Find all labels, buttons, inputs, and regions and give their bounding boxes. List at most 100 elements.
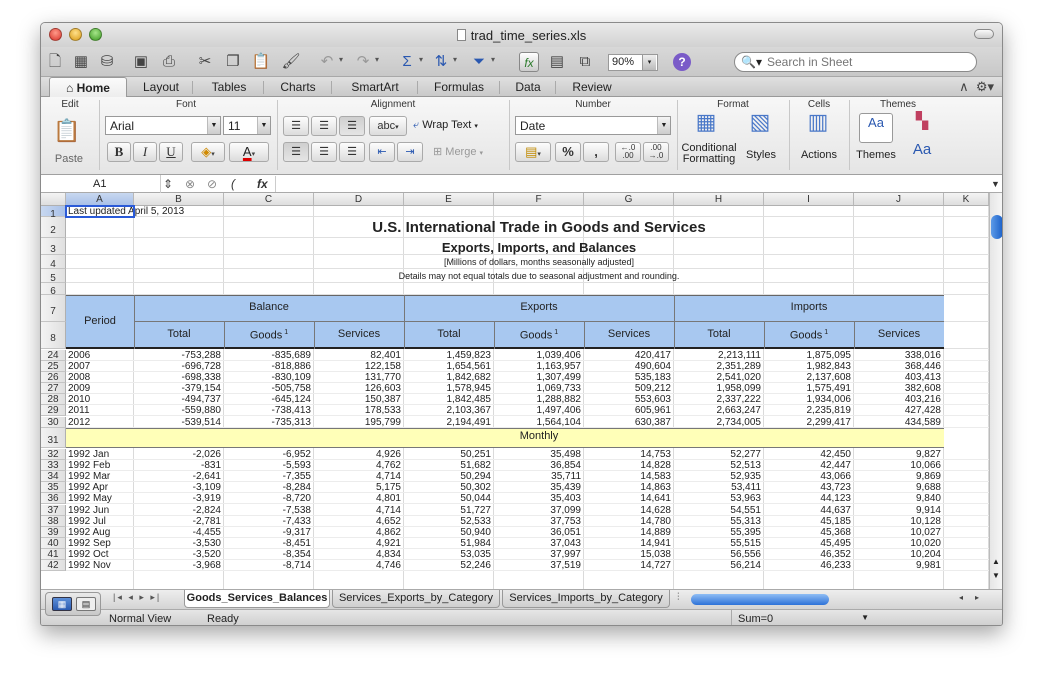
value-cell[interactable]: 45,368: [764, 527, 851, 538]
value-cell[interactable]: -698,338: [134, 372, 221, 383]
font-size-combo[interactable]: 11 ▼: [223, 116, 271, 135]
value-cell[interactable]: 9,827: [854, 449, 941, 460]
row-header[interactable]: 27: [41, 383, 66, 394]
actions-button[interactable]: Actions: [797, 149, 841, 161]
formula-input[interactable]: [275, 176, 987, 192]
wrap-text-button[interactable]: ⤶ Wrap Text ▾: [413, 119, 501, 132]
value-cell[interactable]: 1,069,733: [494, 383, 582, 394]
value-cell[interactable]: 43,723: [764, 482, 851, 493]
enter-icon[interactable]: ⊘: [207, 176, 217, 192]
toolbar-toggle-button[interactable]: [974, 29, 994, 39]
value-cell[interactable]: -494,737: [134, 394, 221, 405]
formula-builder-icon[interactable]: fx: [519, 52, 539, 72]
period-cell[interactable]: 2010: [68, 394, 90, 405]
column-header[interactable]: K: [944, 193, 989, 206]
value-cell[interactable]: 9,981: [854, 560, 941, 571]
value-cell[interactable]: 52,513: [674, 460, 761, 471]
search-input[interactable]: [767, 55, 967, 69]
sheet-tab-services-imports[interactable]: Services_Imports_by_Category: [502, 590, 670, 608]
value-cell[interactable]: 1,934,006: [764, 394, 852, 405]
align-center-button[interactable]: ☰: [311, 142, 337, 162]
value-cell[interactable]: -735,313: [224, 417, 311, 428]
value-cell[interactable]: 4,714: [314, 471, 401, 482]
value-cell[interactable]: 195,799: [314, 417, 401, 428]
styles-icon[interactable]: ▧: [743, 111, 777, 143]
value-cell[interactable]: 35,498: [494, 449, 581, 460]
row-header[interactable]: 37: [41, 505, 66, 516]
row-header[interactable]: 32: [41, 449, 66, 460]
value-cell[interactable]: 605,961: [584, 405, 671, 416]
value-cell[interactable]: 5,175: [314, 482, 401, 493]
sheet-tab-services-exports[interactable]: Services_Exports_by_Category: [332, 590, 500, 608]
conditional-formatting-button[interactable]: Conditional Formatting: [677, 143, 741, 165]
period-cell[interactable]: 1992 Jul: [68, 516, 106, 527]
period-cell[interactable]: 1992 Jan: [68, 449, 109, 460]
period-cell[interactable]: 1992 Aug: [68, 527, 110, 538]
value-cell[interactable]: 2,103,367: [404, 405, 492, 416]
value-cell[interactable]: 9,688: [854, 482, 941, 493]
value-cell[interactable]: 51,727: [404, 505, 491, 516]
value-cell[interactable]: 2,235,819: [764, 405, 852, 416]
tab-formulas[interactable]: Formulas: [423, 77, 495, 97]
column-header[interactable]: G: [584, 193, 674, 206]
row-header[interactable]: 35: [41, 482, 66, 493]
underline-button[interactable]: U: [159, 142, 183, 162]
value-cell[interactable]: 43,066: [764, 471, 851, 482]
value-cell[interactable]: 2,213,111: [674, 350, 761, 361]
scroll-up-icon[interactable]: ▲: [992, 557, 1000, 566]
value-cell[interactable]: 52,533: [404, 516, 491, 527]
value-cell[interactable]: 14,753: [584, 449, 671, 460]
tab-charts[interactable]: Charts: [269, 77, 327, 97]
value-cell[interactable]: 52,246: [404, 560, 491, 571]
value-cell[interactable]: -9,317: [224, 527, 311, 538]
value-cell[interactable]: 2,663,247: [674, 405, 762, 416]
help-icon[interactable]: ?: [673, 53, 691, 71]
value-cell[interactable]: -2,026: [134, 449, 221, 460]
scroll-down-icon[interactable]: ▼: [992, 571, 1000, 580]
period-cell[interactable]: 1992 Oct: [68, 549, 109, 560]
theme-fonts-icon[interactable]: Aa: [907, 141, 937, 163]
value-cell[interactable]: -7,538: [224, 505, 311, 516]
period-cell[interactable]: 2007: [68, 361, 90, 372]
italic-button[interactable]: I: [133, 142, 157, 162]
value-cell[interactable]: 2,299,417: [764, 417, 852, 428]
styles-button[interactable]: Styles: [741, 149, 781, 161]
search-box[interactable]: 🔍▾: [734, 52, 977, 72]
value-cell[interactable]: 14,863: [584, 482, 671, 493]
increase-decimal-button[interactable]: ←.0.00: [615, 142, 641, 162]
row-header[interactable]: 30: [41, 417, 66, 428]
formula-bar-expand-icon[interactable]: ▼: [991, 176, 1000, 192]
value-cell[interactable]: 1,578,945: [404, 383, 492, 394]
value-cell[interactable]: 553,603: [584, 394, 671, 405]
undo-icon[interactable]: ↶: [317, 52, 337, 72]
value-cell[interactable]: 1,288,882: [494, 394, 582, 405]
row-header[interactable]: 38: [41, 516, 66, 527]
period-cell[interactable]: 1992 May: [68, 493, 112, 504]
value-cell[interactable]: 14,828: [584, 460, 671, 471]
column-header[interactable]: I: [764, 193, 854, 206]
value-cell[interactable]: -738,413: [224, 405, 311, 416]
value-cell[interactable]: -835,689: [224, 350, 311, 361]
row-header[interactable]: 28: [41, 394, 66, 405]
value-cell[interactable]: 37,519: [494, 560, 581, 571]
row-header[interactable]: 40: [41, 538, 66, 549]
value-cell[interactable]: 1,459,823: [404, 350, 492, 361]
value-cell[interactable]: 1,039,406: [494, 350, 582, 361]
value-cell[interactable]: 403,216: [854, 394, 941, 405]
print-icon[interactable]: ⎙: [159, 52, 179, 72]
chevron-down-icon[interactable]: ▼: [657, 117, 670, 134]
value-cell[interactable]: 1,842,485: [404, 394, 492, 405]
bold-button[interactable]: B: [107, 142, 131, 162]
value-cell[interactable]: 2,734,005: [674, 417, 762, 428]
period-cell[interactable]: 1992 Nov: [68, 560, 111, 571]
select-all-corner[interactable]: [41, 193, 66, 206]
value-cell[interactable]: 14,889: [584, 527, 671, 538]
paste-icon[interactable]: 📋: [251, 52, 271, 72]
value-cell[interactable]: 14,780: [584, 516, 671, 527]
paste-icon[interactable]: 📋: [53, 115, 80, 149]
redo-menu-arrow[interactable]: ▾: [375, 55, 379, 64]
value-cell[interactable]: 2,194,491: [404, 417, 492, 428]
value-cell[interactable]: -8,354: [224, 549, 311, 560]
value-cell[interactable]: 53,411: [674, 482, 761, 493]
toolbox-icon[interactable]: ▤: [547, 52, 567, 72]
